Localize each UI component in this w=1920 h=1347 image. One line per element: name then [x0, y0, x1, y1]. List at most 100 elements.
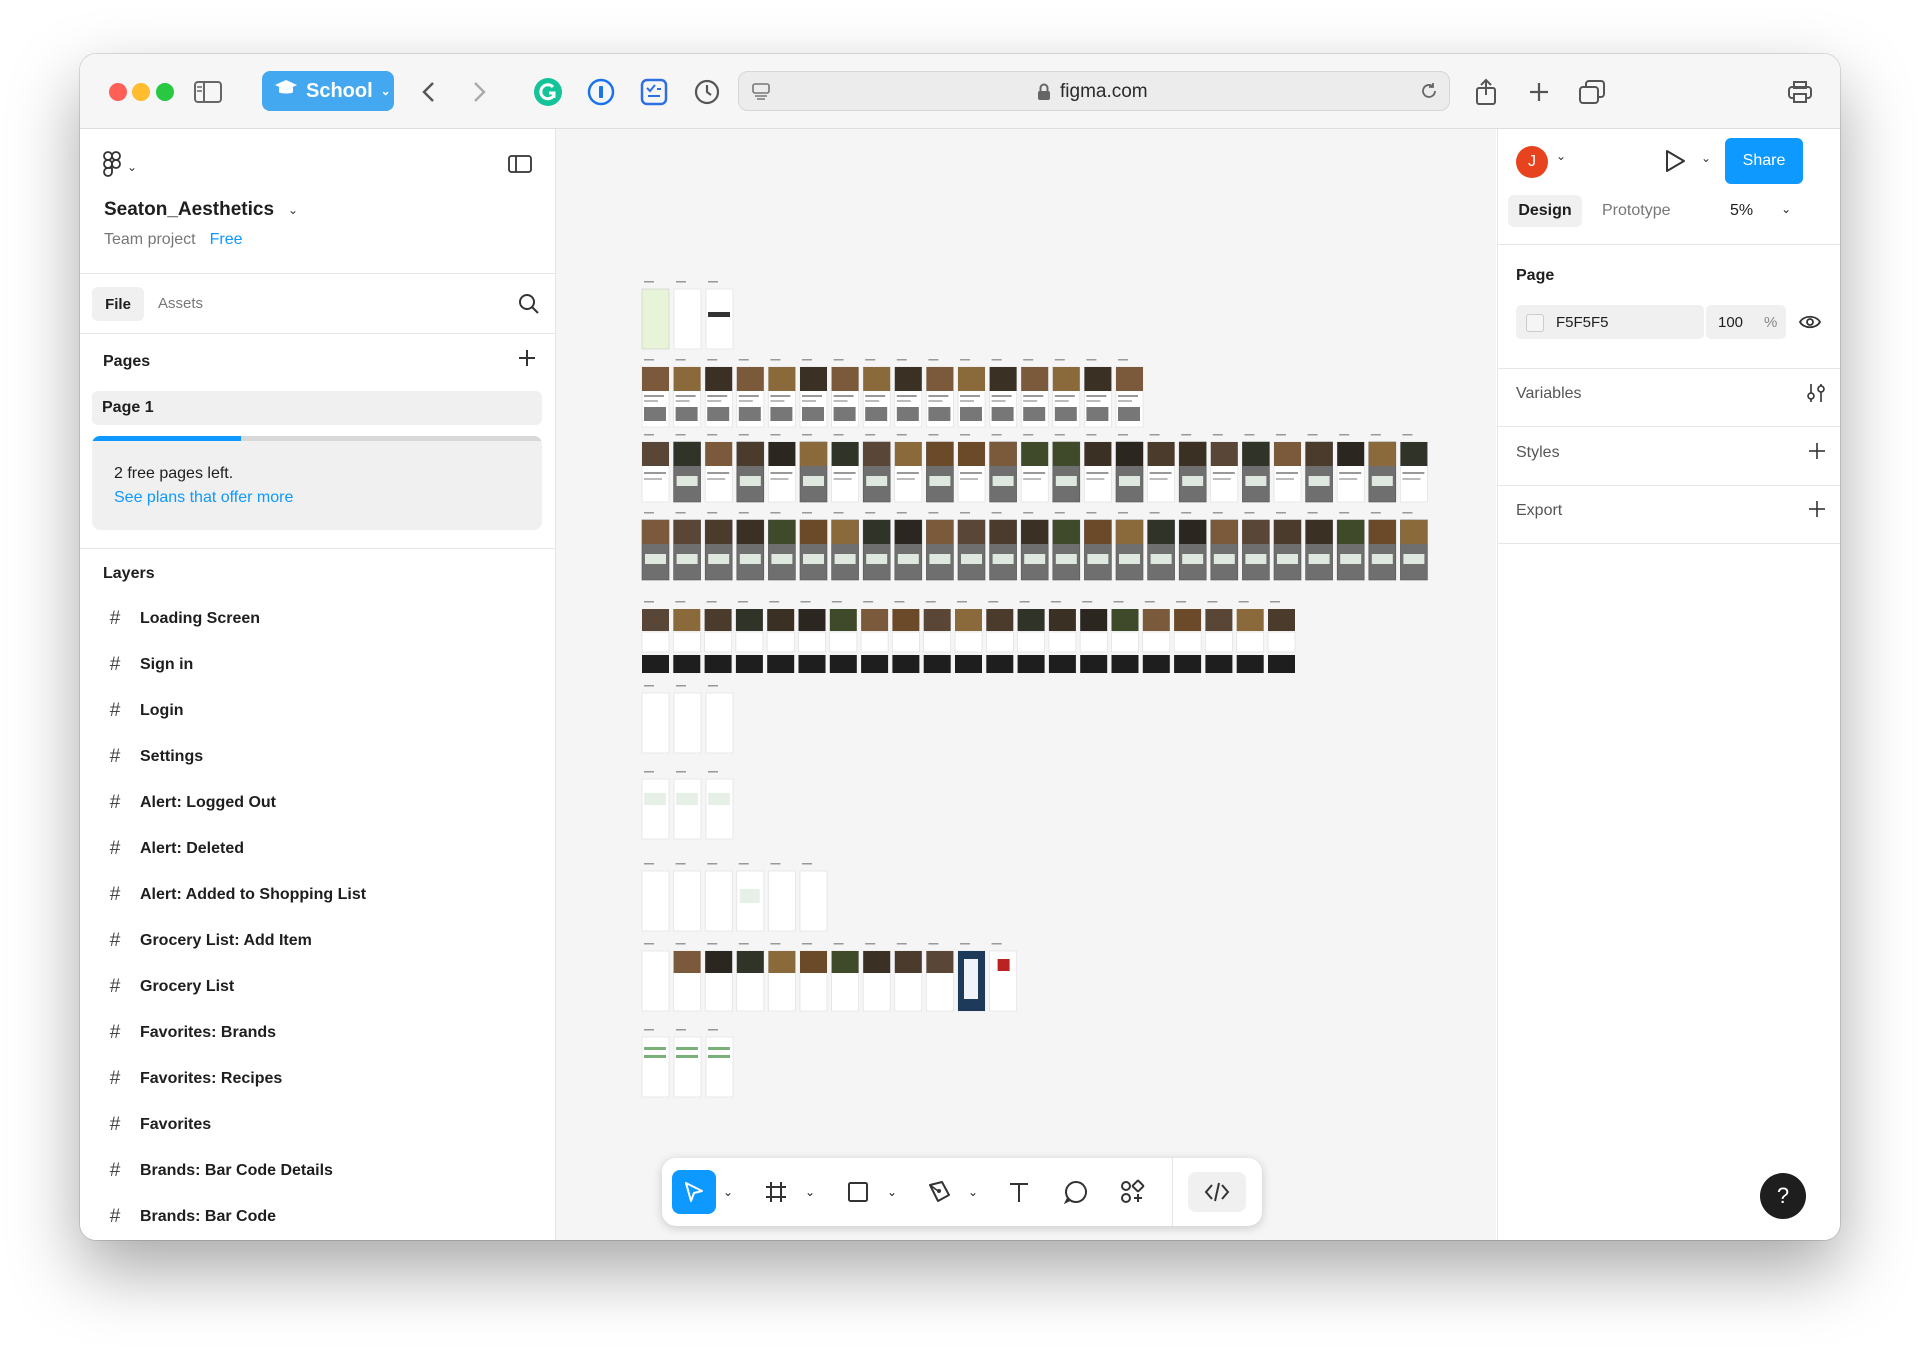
- chevron-down-icon[interactable]: ⌄: [1556, 149, 1566, 163]
- frame-thumbnail: [641, 692, 670, 754]
- share-button[interactable]: Share: [1725, 138, 1803, 184]
- tab-prototype[interactable]: Prototype: [1602, 202, 1670, 220]
- plan-badge[interactable]: Free: [210, 231, 243, 249]
- tab-overview-icon[interactable]: [1574, 74, 1610, 110]
- avatar[interactable]: J: [1516, 146, 1548, 178]
- tab-design[interactable]: Design: [1508, 195, 1582, 227]
- shape-tool-chevron-icon[interactable]: ⌄: [884, 1172, 900, 1212]
- password-manager-icon[interactable]: [583, 74, 619, 110]
- page-color-field[interactable]: F5F5F5: [1516, 305, 1704, 339]
- maximize-window-button[interactable]: [156, 83, 174, 101]
- tab-file[interactable]: File: [92, 287, 144, 321]
- file-name[interactable]: Seaton_Aesthetics ⌄: [104, 199, 298, 221]
- layer-item[interactable]: # Favorites: [106, 1114, 211, 1136]
- page-color-hex[interactable]: F5F5F5: [1556, 314, 1609, 331]
- see-plans-link[interactable]: See plans that offer more: [114, 489, 293, 507]
- grammarly-extension-icon[interactable]: [530, 74, 566, 110]
- frame-label: [675, 943, 686, 945]
- address-bar[interactable]: figma.com: [738, 71, 1450, 111]
- zoom-dropdown[interactable]: 5% ⌄: [1730, 202, 1820, 220]
- checklist-extension-icon[interactable]: [636, 74, 672, 110]
- history-clock-icon[interactable]: [689, 74, 725, 110]
- design-canvas[interactable]: [556, 129, 1496, 1240]
- forward-arrow-icon[interactable]: [461, 74, 497, 110]
- frame-thumbnail: [770, 400, 785, 402]
- sidebar-toggle-icon[interactable]: [190, 74, 226, 110]
- variables-section-label[interactable]: Variables: [1516, 385, 1582, 403]
- page-item-page-1[interactable]: Page 1: [92, 391, 542, 425]
- add-page-button[interactable]: [516, 347, 538, 374]
- layer-item[interactable]: # Alert: Added to Shopping List: [106, 884, 366, 906]
- frame-label: [1370, 434, 1381, 436]
- add-export-icon[interactable]: [1807, 499, 1827, 524]
- frame-hash-icon: #: [109, 654, 121, 675]
- comment-tool-icon[interactable]: [1056, 1172, 1096, 1212]
- dev-mode-toggle[interactable]: [1188, 1172, 1246, 1212]
- layer-item[interactable]: # Favorites: Recipes: [106, 1068, 283, 1090]
- styles-section-label[interactable]: Styles: [1516, 444, 1560, 462]
- frame-tool-chevron-icon[interactable]: ⌄: [802, 1172, 818, 1212]
- move-tool-chevron-icon[interactable]: ⌄: [720, 1172, 736, 1212]
- frame-thumbnail: [1087, 554, 1109, 564]
- search-icon[interactable]: [518, 293, 540, 320]
- frame-thumbnail: [1111, 655, 1139, 673]
- layer-item[interactable]: # Settings: [106, 746, 203, 768]
- minimize-window-button[interactable]: [132, 83, 150, 101]
- frame-thumbnail: [641, 778, 670, 840]
- tab-assets[interactable]: Assets: [158, 295, 203, 312]
- pen-tool-chevron-icon[interactable]: ⌄: [965, 1172, 981, 1212]
- reload-icon[interactable]: [1419, 81, 1439, 107]
- rectangle-tool-icon[interactable]: [838, 1172, 878, 1212]
- text-tool-icon[interactable]: [999, 1172, 1039, 1212]
- print-icon[interactable]: [1782, 74, 1818, 110]
- frame-thumbnail: [1054, 400, 1069, 402]
- frame-thumbnail: [803, 476, 824, 486]
- help-button[interactable]: ?: [1760, 1173, 1806, 1219]
- layer-item[interactable]: # Sign in: [106, 654, 194, 676]
- layer-item[interactable]: # Loading Screen: [106, 608, 260, 630]
- layer-item[interactable]: # Favorites: Brands: [106, 1022, 276, 1044]
- close-window-button[interactable]: [109, 83, 127, 101]
- page-opacity-field[interactable]: 100 %: [1706, 305, 1786, 339]
- frame-thumbnail: [800, 367, 827, 391]
- frame-hash-icon: #: [109, 1022, 121, 1043]
- frame-label: [960, 943, 970, 945]
- frame-tool-icon[interactable]: [756, 1172, 796, 1212]
- layer-item[interactable]: # Login: [106, 700, 184, 722]
- layer-item[interactable]: # Grocery List: [106, 976, 235, 998]
- export-section-label[interactable]: Export: [1516, 502, 1562, 520]
- share-icon[interactable]: [1468, 74, 1504, 110]
- page-menu-icon[interactable]: [751, 81, 771, 107]
- present-play-icon[interactable]: [1664, 149, 1686, 178]
- back-arrow-icon[interactable]: [411, 74, 447, 110]
- pen-tool-icon[interactable]: [919, 1172, 959, 1212]
- resources-tool-icon[interactable]: [1112, 1172, 1152, 1212]
- visibility-eye-icon[interactable]: [1798, 313, 1822, 336]
- layer-item[interactable]: # Alert: Logged Out: [106, 792, 276, 814]
- add-style-icon[interactable]: [1807, 441, 1827, 466]
- new-tab-icon[interactable]: [1521, 74, 1557, 110]
- color-swatch[interactable]: [1526, 314, 1544, 332]
- school-profile-button[interactable]: School ⌄: [262, 71, 394, 111]
- page-section-header: Page: [1516, 267, 1555, 284]
- frame-label: [802, 943, 812, 945]
- layer-item[interactable]: # Brands: Bar Code: [106, 1206, 276, 1228]
- frame-thumbnail: [1174, 655, 1202, 673]
- frame-thumbnail: [1052, 367, 1080, 391]
- toggle-ui-icon[interactable]: [508, 155, 532, 178]
- frame-thumbnail: [1274, 520, 1301, 544]
- present-chevron-down-icon[interactable]: ⌄: [1701, 151, 1711, 165]
- frame-thumbnail: [958, 367, 985, 391]
- layer-item[interactable]: # Grocery List: Add Item: [106, 930, 312, 952]
- frame-label: [675, 434, 686, 436]
- frame-thumbnail: [1118, 400, 1132, 402]
- frame-thumbnail: [766, 631, 795, 653]
- frame-label: [1023, 434, 1034, 436]
- figma-main-menu[interactable]: ⌄: [103, 151, 137, 182]
- variables-settings-icon[interactable]: [1806, 382, 1826, 409]
- layer-item[interactable]: # Brands: Bar Code Details: [106, 1160, 333, 1182]
- layer-item[interactable]: # Alert: Deleted: [106, 838, 244, 860]
- frame-label: [1082, 601, 1093, 603]
- frame-thumbnail: [644, 407, 666, 421]
- move-tool-button[interactable]: [672, 1170, 716, 1214]
